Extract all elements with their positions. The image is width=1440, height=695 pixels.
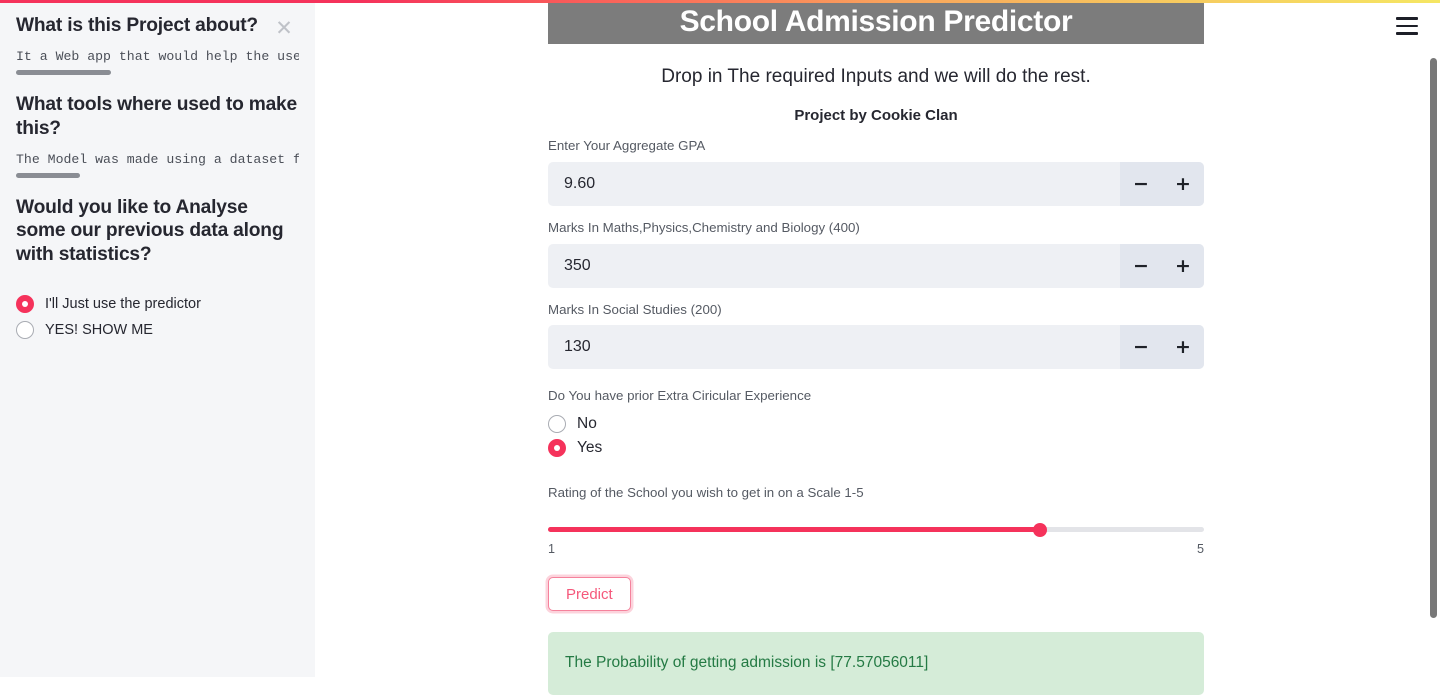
experience-radio-option-yes[interactable]: Yes [548,436,1204,460]
experience-radio-option-no[interactable]: No [548,412,1204,436]
sidebar-radio-option-showme[interactable]: YES! SHOW ME [16,318,299,342]
hamburger-menu-icon[interactable] [1396,17,1418,35]
slider-thumb[interactable] [1033,522,1047,537]
radio-icon-unselected[interactable] [16,321,34,340]
sidebar-code-text: The Model was made using a dataset from [16,152,299,168]
experience-radio-label: No [577,415,597,433]
app-title-banner: School Admission Predictor [548,2,1204,44]
gpa-increment-button[interactable]: + [1166,162,1200,206]
experience-radio-label: Yes [577,439,603,457]
hamburger-line [1396,17,1418,20]
main-content: School Admission Predictor Drop in The r… [548,0,1204,695]
top-progress-bar [0,0,1440,3]
field-label-school-rating: Rating of the School you wish to get in … [548,484,864,500]
science-marks-stepper-group: − + [1120,243,1204,288]
sidebar-section-tools: What tools where used to make this? The … [16,79,299,178]
gpa-stepper-group: − + [1120,162,1204,206]
radio-icon-selected[interactable] [16,295,34,314]
sidebar-code-block[interactable]: The Model was made using a dataset from [16,151,299,178]
social-studies-number-input[interactable]: 130 − + [548,325,1204,370]
field-experience: Do You have prior Extra Ciricular Experi… [548,387,1204,460]
slider-tick-labels: 1 5 [548,542,1204,556]
social-studies-stepper-group: − + [1120,325,1204,370]
gpa-input-value[interactable]: 9.60 [548,162,1120,206]
slider-max-tick: 5 [1196,542,1204,557]
field-social-studies-marks: Marks In Social Studies (200) 130 − + [548,301,1204,370]
science-marks-input-value[interactable]: 350 [548,244,1120,288]
field-label-experience: Do You have prior Extra Ciricular Experi… [548,388,812,404]
field-gpa: Enter Your Aggregate GPA 9.60 − + [548,137,1204,206]
hamburger-line [1396,32,1418,35]
sidebar: ✕ What is this Project about? It a Web a… [0,0,315,677]
field-science-marks: Marks In Maths,Physics,Chemistry and Bio… [548,219,1204,288]
sidebar-section-about: What is this Project about? It a Web app… [16,0,299,76]
social-studies-decrement-button[interactable]: − [1124,325,1158,369]
experience-radio-group: No Yes [548,412,1204,460]
sidebar-close-icon[interactable]: ✕ [271,15,297,41]
sidebar-section-heading: What tools where used to make this? [16,94,298,139]
sidebar-radio-label: I'll Just use the predictor [45,295,201,312]
field-label-social-studies: Marks In Social Studies (200) [548,301,722,317]
prediction-result-text: The Probability of getting admission is … [565,654,929,672]
code-horizontal-scrollbar[interactable] [16,172,80,178]
field-label-gpa: Enter Your Aggregate GPA [548,138,706,154]
social-studies-increment-button[interactable]: + [1166,325,1200,369]
sidebar-radio-group: I'll Just use the predictor YES! SHOW ME [16,292,299,342]
page-subtitle: Drop in The required Inputs and we will … [661,66,1091,87]
gpa-number-input[interactable]: 9.60 − + [548,162,1204,206]
page-byline: Project by Cookie Clan [794,106,958,124]
school-rating-slider[interactable] [548,520,1204,540]
science-marks-decrement-button[interactable]: − [1124,244,1158,288]
field-school-rating: Rating of the School you wish to get in … [548,484,1204,556]
slider-min-tick: 1 [548,542,556,557]
social-studies-input-value[interactable]: 130 [548,325,1120,369]
sidebar-radio-question: Would you like to Analyse some our previ… [16,196,284,265]
field-label-science-marks: Marks In Maths,Physics,Chemistry and Bio… [548,220,860,235]
science-marks-increment-button[interactable]: + [1166,244,1200,288]
hamburger-line [1396,24,1418,27]
sidebar-section-analyse: Would you like to Analyse some our previ… [16,182,299,266]
radio-icon-unselected[interactable] [548,414,566,433]
page-title: School Admission Predictor [679,5,1073,38]
sidebar-radio-option-predictor[interactable]: I'll Just use the predictor [16,292,299,316]
science-marks-number-input[interactable]: 350 − + [548,243,1204,288]
page-scrollbar-thumb[interactable] [1430,58,1437,618]
predict-button[interactable]: Predict [548,577,631,612]
code-horizontal-scrollbar[interactable] [16,70,111,76]
gpa-decrement-button[interactable]: − [1124,162,1158,206]
sidebar-section-heading: What is this Project about? [16,15,258,36]
sidebar-code-text: It a Web app that would help the user ir [16,49,299,65]
slider-fill [548,527,1040,533]
prediction-result-box: The Probability of getting admission is … [548,632,1204,695]
sidebar-radio-label: YES! SHOW ME [45,321,153,338]
radio-icon-selected[interactable] [548,438,566,457]
sidebar-code-block[interactable]: It a Web app that would help the user ir [16,48,299,76]
page-scrollbar[interactable] [1426,0,1440,677]
